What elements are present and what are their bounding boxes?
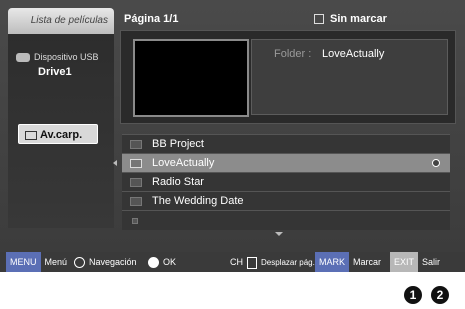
header: Página 1/1 Sin marcar [114, 8, 457, 30]
ok-hint: OK [148, 252, 176, 272]
sidebar-body: Dispositivo USB Drive1 Av.carp. [8, 34, 114, 228]
exit-hint[interactable]: EXIT Salir [390, 252, 440, 272]
page-value: 1/1 [163, 13, 179, 25]
selected-dot-icon [432, 159, 440, 167]
sidebar: Lista de películas Dispositivo USB Drive… [8, 8, 114, 228]
mark-button[interactable]: MARK [315, 252, 350, 272]
mark-status: Sin marcar [314, 13, 387, 25]
nav-hint: Navegación [74, 252, 137, 272]
nav-text: Navegación [89, 257, 137, 267]
down-arrow-icon [275, 232, 283, 236]
bottom-bar: MENU Menú Navegación OK CH Desplazar pág. … [0, 252, 465, 272]
mark-label: Sin marcar [330, 13, 387, 25]
list-item-selected[interactable]: LoveActually [122, 153, 450, 173]
folder-icon [25, 130, 37, 140]
folder-label: Folder : [274, 48, 312, 60]
screen: Lista de películas Dispositivo USB Drive… [0, 0, 465, 252]
page-label: Página [124, 13, 161, 25]
badge-2: 2 [431, 286, 449, 304]
usb-device[interactable]: Dispositivo USB [16, 52, 99, 63]
menu-button[interactable]: MENU [6, 252, 41, 272]
left-arrow-icon [113, 160, 117, 166]
checkbox-icon [314, 14, 324, 25]
list-item-name: BB Project [152, 138, 204, 150]
list-item[interactable]: BB Project [122, 134, 450, 154]
list-item-name: LoveActually [152, 157, 215, 169]
exit-text: Salir [422, 257, 441, 267]
tab-movie-list[interactable]: Lista de películas [8, 8, 114, 34]
ch-hint: CH Desplazar pág. [230, 252, 315, 273]
mark-text: Marcar [353, 257, 382, 267]
folder-value: LoveActually [322, 48, 385, 60]
folder-info: Folder : LoveActually [251, 39, 448, 115]
ok-text: OK [163, 257, 177, 267]
folder-icon [130, 197, 142, 206]
usb-label: Dispositivo USB [34, 52, 99, 62]
preview-panel: Folder : LoveActually [120, 30, 456, 124]
folder-icon [130, 140, 142, 149]
folder-list: BB Project LoveActually Radio Star The W… [122, 134, 450, 230]
ch-sub-text: Desplazar pág. [261, 258, 315, 267]
list-item-empty [122, 210, 450, 230]
drive-label[interactable]: Drive1 [38, 66, 72, 78]
menu-hint[interactable]: MENU Menú [6, 252, 67, 272]
badge-1: 1 [404, 286, 422, 304]
list-item[interactable]: The Wedding Date [122, 191, 450, 211]
exit-button[interactable]: EXIT [390, 252, 419, 272]
nav-icon [74, 257, 85, 269]
ok-icon [148, 257, 159, 269]
avcarp-button[interactable]: Av.carp. [18, 124, 98, 144]
folder-icon [130, 159, 142, 168]
mark-hint[interactable]: MARK Marcar [315, 252, 381, 272]
bullet-icon [132, 218, 138, 224]
usb-icon [16, 53, 30, 63]
ch-text: CH [230, 257, 243, 267]
folder-icon [130, 178, 142, 187]
page-indicator: Página 1/1 [124, 13, 178, 25]
ch-updown-icon [247, 256, 257, 269]
avcarp-label: Av.carp. [40, 129, 83, 141]
menu-text: Menú [44, 257, 68, 267]
list-item[interactable]: Radio Star [122, 172, 450, 192]
preview-thumbnail [133, 39, 249, 117]
list-item-name: The Wedding Date [152, 195, 244, 207]
list-item-name: Radio Star [152, 176, 204, 188]
